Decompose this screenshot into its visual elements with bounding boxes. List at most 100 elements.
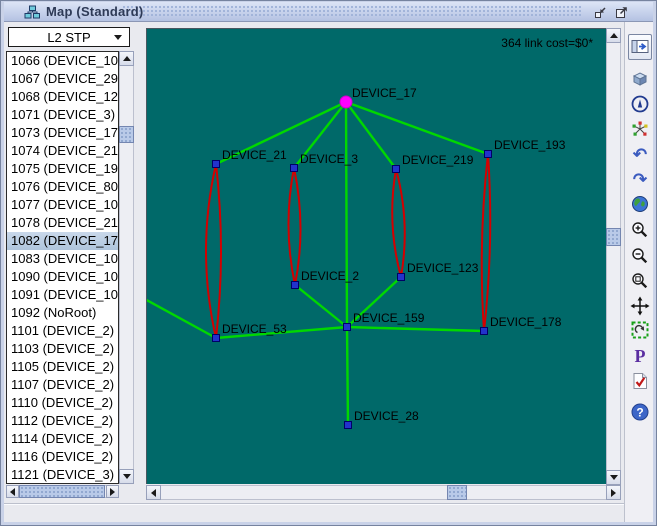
rotate-selection-icon	[630, 320, 650, 340]
list-item[interactable]: 1068 (DEVICE_123)	[7, 88, 118, 106]
undo-arrow-icon: ↶	[633, 146, 647, 163]
list-item[interactable]: 1092 (NoRoot)	[7, 304, 118, 322]
maximize-window-button[interactable]	[613, 4, 629, 20]
map-hscrollbar[interactable]	[146, 485, 621, 500]
list-item[interactable]: 1114 (DEVICE_2)	[7, 430, 118, 448]
arrow-down-icon	[610, 475, 618, 480]
titlebar-texture	[122, 5, 583, 18]
list-item[interactable]: 1076 (DEVICE_80)	[7, 178, 118, 196]
list-item[interactable]: 1074 (DEVICE_21)	[7, 142, 118, 160]
zoom-in-button[interactable]	[628, 218, 652, 242]
svg-text:?: ?	[636, 406, 643, 420]
globe-button[interactable]	[628, 192, 652, 216]
list-item[interactable]: 1083 (DEVICE_102)	[7, 250, 118, 268]
scroll-down-button[interactable]	[119, 469, 134, 484]
layout-button[interactable]	[628, 117, 652, 141]
map-node-DEVICE_2[interactable]	[292, 282, 299, 289]
map-edge-DEVICE_21-DEVICE_53[interactable]	[206, 164, 216, 338]
map-node-label: DEVICE_2	[301, 269, 359, 283]
map-node-DEVICE_123[interactable]	[398, 274, 405, 281]
view-mode-dropdown[interactable]: L2 STP	[8, 27, 130, 47]
network-map-icon	[24, 5, 40, 19]
cube-button[interactable]	[628, 67, 652, 91]
window-titlebar[interactable]: Map (Standard)	[4, 2, 653, 22]
list-item[interactable]: 1066 (DEVICE_101)	[7, 52, 118, 70]
map-node-label: DEVICE_193	[494, 138, 566, 152]
map-node-label: DEVICE_53	[222, 322, 287, 336]
list-item[interactable]: 1103 (DEVICE_2)	[7, 340, 118, 358]
device-list-vscrollbar[interactable]	[119, 51, 134, 484]
scroll-left-button[interactable]	[6, 485, 19, 498]
restore-window-icon	[593, 5, 608, 20]
list-item[interactable]: 1105 (DEVICE_2)	[7, 358, 118, 376]
map-edge-DEVICE_17-DEVICE_193[interactable]	[346, 102, 488, 154]
map-canvas[interactable]: DEVICE_17DEVICE_21DEVICE_3DEVICE_219DEVI…	[146, 28, 606, 484]
scrollbar-thumb[interactable]	[447, 485, 467, 500]
pan-button[interactable]	[628, 294, 652, 318]
scroll-up-button[interactable]	[119, 51, 134, 66]
map-node-label: DEVICE_219	[402, 153, 474, 167]
report-button[interactable]	[628, 369, 652, 393]
list-item[interactable]: 1101 (DEVICE_2)	[7, 322, 118, 340]
map-node-DEVICE_21[interactable]	[213, 161, 220, 168]
scroll-up-button[interactable]	[606, 28, 621, 43]
redo-button[interactable]: ↷	[628, 167, 652, 191]
map-edge-DEVICE_3-DEVICE_2[interactable]	[288, 168, 295, 285]
zoom-area-button[interactable]	[628, 269, 652, 293]
letter-p-button[interactable]: P	[628, 344, 652, 368]
zoom-out-button[interactable]	[628, 244, 652, 268]
scroll-right-button[interactable]	[106, 485, 119, 498]
map-node-DEVICE_159[interactable]	[344, 324, 351, 331]
list-item[interactable]: 1071 (DEVICE_3)	[7, 106, 118, 124]
list-item[interactable]: 1078 (DEVICE_219)	[7, 214, 118, 232]
map-node-DEVICE_219[interactable]	[393, 166, 400, 173]
map-edge-DEVICE_3-DEVICE_2[interactable]	[294, 168, 301, 285]
list-item[interactable]: 1082 (DEVICE_17)	[7, 232, 118, 250]
scrollbar-thumb[interactable]	[606, 228, 621, 246]
list-item[interactable]: 1067 (DEVICE_296)	[7, 70, 118, 88]
overview-button[interactable]	[628, 92, 652, 116]
map-node-label: DEVICE_21	[222, 148, 287, 162]
help-icon: ?	[630, 402, 650, 422]
scroll-down-button[interactable]	[606, 470, 621, 485]
rotate-selection-button[interactable]	[628, 318, 652, 342]
list-item[interactable]: 1073 (DEVICE_17)	[7, 124, 118, 142]
map-edge-DEVICE_178-DEVICE_159[interactable]	[347, 327, 484, 331]
map-edge-DEVICE_53-offmap[interactable]	[147, 297, 216, 338]
scrollbar-thumb[interactable]	[119, 126, 134, 143]
list-item[interactable]: 1090 (DEVICE_102)	[7, 268, 118, 286]
map-edge-DEVICE_21-DEVICE_53[interactable]	[216, 164, 221, 338]
restore-window-button[interactable]	[592, 4, 608, 20]
map-node-DEVICE_3[interactable]	[291, 165, 298, 172]
arrow-right-icon	[110, 488, 115, 496]
device-list-hscrollbar[interactable]	[6, 485, 119, 498]
map-edge-DEVICE_159-DEVICE_28[interactable]	[347, 327, 348, 425]
help-button[interactable]: ?	[628, 400, 652, 424]
scroll-right-button[interactable]	[606, 485, 621, 500]
list-item[interactable]: 1116 (DEVICE_2)	[7, 448, 118, 466]
bottom-divider	[4, 503, 653, 505]
map-edge-DEVICE_2-DEVICE_159[interactable]	[295, 285, 347, 327]
zoom-out-icon	[630, 246, 650, 266]
scrollbar-thumb[interactable]	[19, 485, 105, 498]
map-vscrollbar[interactable]	[606, 28, 621, 485]
map-node-DEVICE_17[interactable]	[340, 96, 352, 108]
map-node-DEVICE_28[interactable]	[345, 422, 352, 429]
map-node-DEVICE_53[interactable]	[213, 335, 220, 342]
attach-pane-button[interactable]	[628, 34, 652, 60]
undo-button[interactable]: ↶	[628, 142, 652, 166]
list-item[interactable]: 1110 (DEVICE_2)	[7, 394, 118, 412]
pan-arrows-icon	[630, 296, 650, 316]
list-item[interactable]: 1077 (DEVICE_102)	[7, 196, 118, 214]
list-item[interactable]: 1075 (DEVICE_193)	[7, 160, 118, 178]
map-node-DEVICE_178[interactable]	[481, 328, 488, 335]
map-edge-DEVICE_17-DEVICE_159[interactable]	[346, 102, 347, 327]
scroll-left-button[interactable]	[146, 485, 161, 500]
arrow-down-icon	[123, 474, 131, 479]
list-item[interactable]: 1121 (DEVICE_3)	[7, 466, 118, 484]
list-item[interactable]: 1091 (DEVICE_102)	[7, 286, 118, 304]
list-item[interactable]: 1107 (DEVICE_2)	[7, 376, 118, 394]
zoom-in-icon	[630, 220, 650, 240]
list-item[interactable]: 1112 (DEVICE_2)	[7, 412, 118, 430]
map-node-DEVICE_193[interactable]	[485, 151, 492, 158]
